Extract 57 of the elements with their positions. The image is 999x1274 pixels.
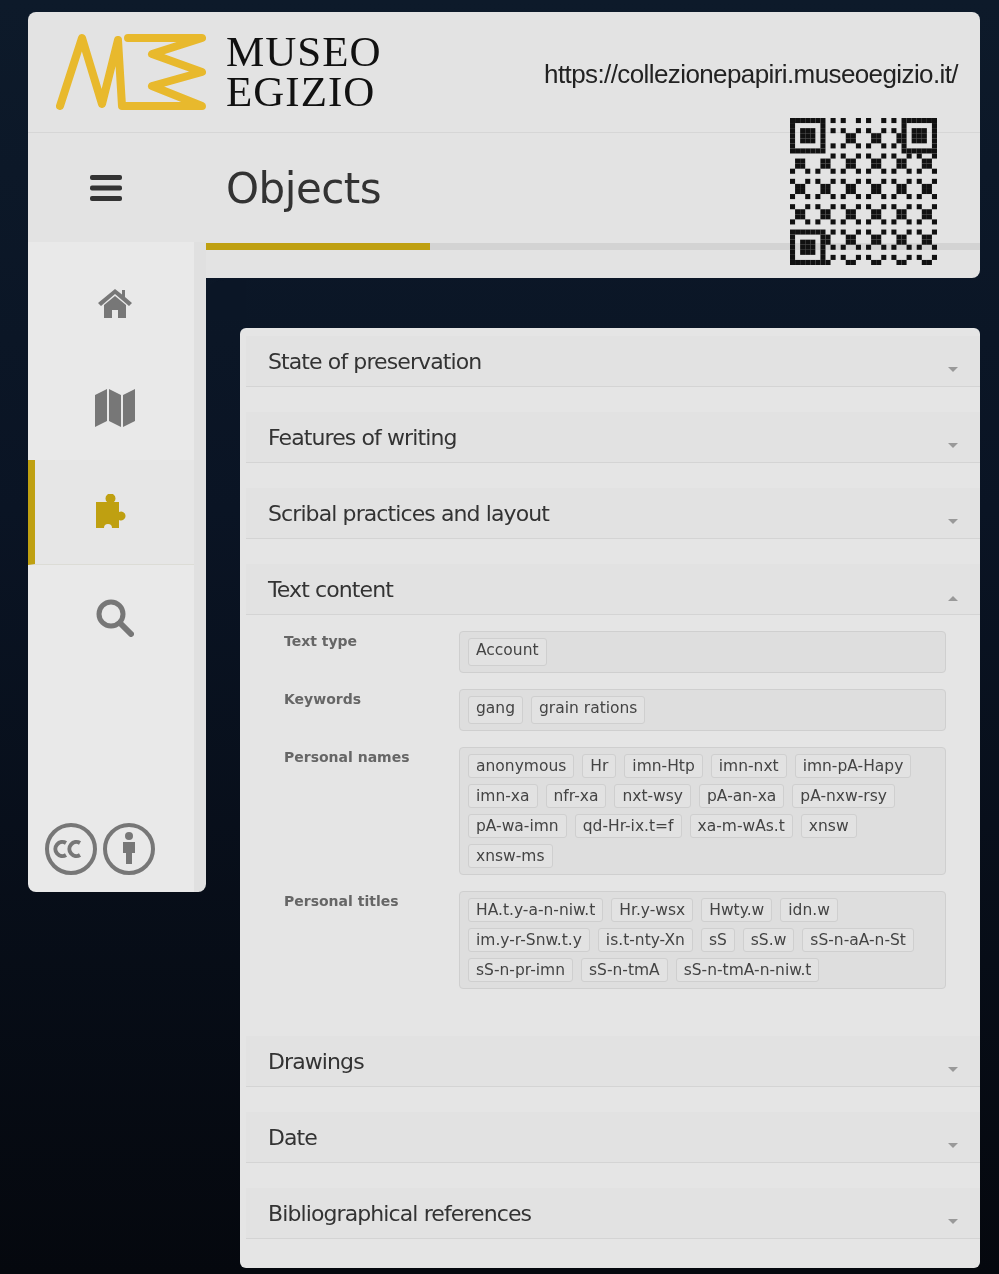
tag: Hr.y-wsx: [611, 898, 694, 922]
tag: grain rations: [531, 696, 646, 724]
tag: imn-Htp: [624, 754, 703, 778]
caret-down-icon: [948, 1219, 958, 1225]
tag-field[interactable]: gang grain rations: [459, 689, 946, 731]
tag: xnsw-ms: [468, 844, 553, 868]
tag: pA-an-xa: [699, 784, 785, 808]
tag: xa-m-wAs.t: [689, 814, 793, 838]
tag: HA.t.y-a-n-niw.t: [468, 898, 604, 922]
tag: sS: [700, 928, 735, 952]
attribution-icon: [102, 822, 156, 876]
logo-icon: [56, 32, 206, 112]
field-label: Personal names: [284, 748, 411, 767]
tag-field[interactable]: anonymous Hr imn-Htp imn-nxt imn-pA-Hapy imn-xa nfr-xa nxt-wsy pA-an-xa pA-nxw-rsy pA-wa-imn qd-Hr-ix.t=f xa-m-wAs.t xnsw xnsw-ms: [459, 747, 946, 875]
tag: idn.w: [780, 898, 838, 922]
tag: sS-n-tmA-n-niw.t: [675, 958, 820, 982]
field-label: Text type: [284, 632, 359, 651]
field-label: Keywords: [284, 690, 363, 709]
search-icon: [95, 598, 134, 637]
creative-commons-icon: [44, 822, 98, 876]
tag-field[interactable]: HA.t.y-a-n-niw.t Hr.y-wsx Hwty.w idn.w im.y-r-Snw.t.y is.t-nty-Xn sS sS.w sS-n-aA-n-St sS-n-pr-imn sS-n-tmA sS-n-tmA-n-niw.t: [459, 891, 946, 989]
logo-text: MUSEO: [226, 32, 382, 72]
tag: Hwty.w: [701, 898, 773, 922]
tag: nfr-xa: [545, 784, 607, 808]
tag: gang: [468, 696, 523, 724]
tag: anonymous: [468, 754, 575, 778]
menu-icon: [90, 175, 122, 201]
tag: sS-n-tmA: [580, 958, 668, 982]
tag: imn-pA-Hapy: [794, 754, 912, 778]
caret-down-icon: [948, 367, 958, 373]
map-icon: [94, 387, 135, 428]
tag: qd-Hr-ix.t=f: [574, 814, 682, 838]
tag: nxt-wsy: [614, 784, 692, 808]
tag: Hr: [582, 754, 617, 778]
tag: pA-nxw-rsy: [792, 784, 895, 808]
caret-down-icon: [948, 1143, 958, 1149]
tag: sS-n-pr-imn: [468, 958, 573, 982]
tag: is.t-nty-Xn: [597, 928, 693, 952]
tag: pA-wa-imn: [468, 814, 567, 838]
tag: xnsw: [800, 814, 857, 838]
logo-text: EGIZIO: [226, 72, 377, 112]
sidebar-item[interactable]: [28, 460, 194, 565]
page-title: Objects: [225, 163, 382, 213]
caret-down-icon: [948, 443, 958, 449]
tag: Account: [468, 638, 547, 666]
caret-up-icon: [948, 595, 958, 601]
caret-down-icon: [948, 1067, 958, 1073]
tag-field[interactable]: Account: [459, 631, 946, 673]
tag: sS.w: [742, 928, 795, 952]
tag: sS-n-aA-n-St: [802, 928, 914, 952]
tag: imn-nxt: [710, 754, 787, 778]
tag: im.y-r-Snw.t.y: [468, 928, 590, 952]
home-icon: [96, 287, 133, 318]
url-text: https://collezionepapiri.museoegizio.it/: [544, 58, 958, 90]
tag: imn-xa: [468, 784, 538, 808]
field-label: Personal titles: [284, 892, 400, 911]
caret-down-icon: [948, 519, 958, 525]
